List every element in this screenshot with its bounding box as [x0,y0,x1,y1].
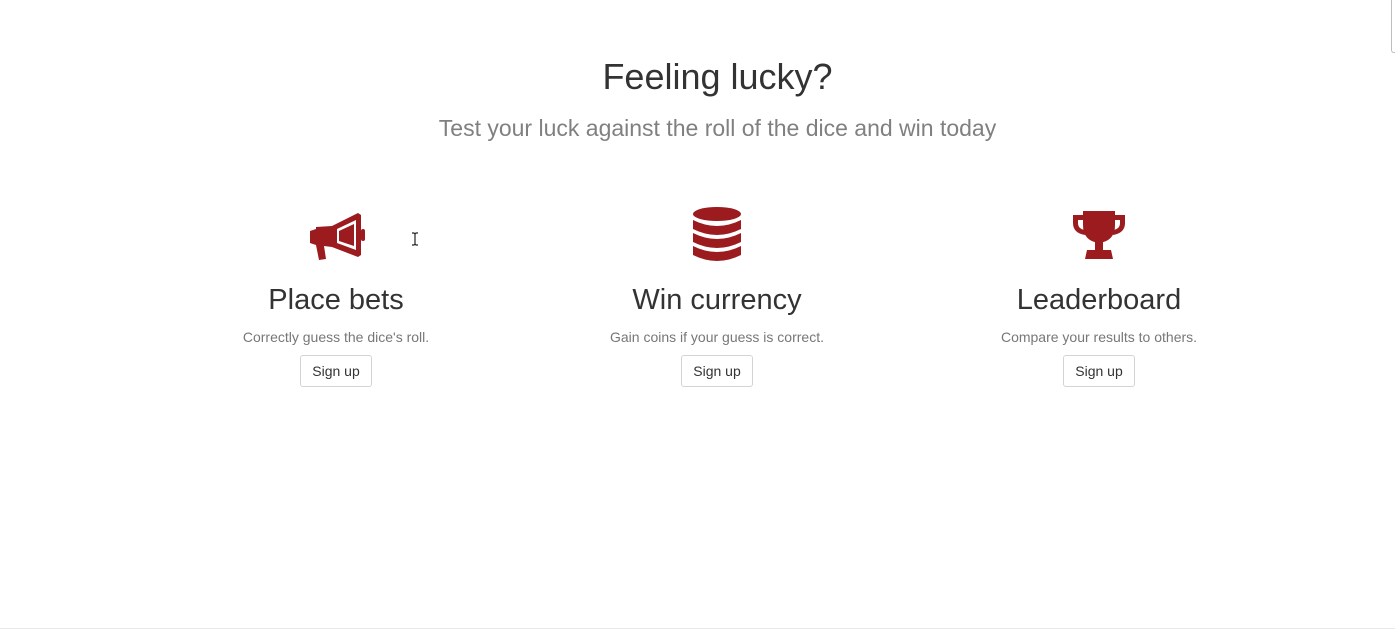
feature-title: Leaderboard [1016,284,1182,316]
text-cursor-icon [412,232,418,246]
page-title: Feeling lucky? [602,56,833,97]
window-scrollbar[interactable] [1391,0,1395,53]
coin-stack-icon [693,207,741,261]
page-subtitle: Test your luck against the roll of the d… [438,115,997,141]
feature-description: Compare your results to others. [1000,329,1198,345]
landing-page: Feeling lucky? Test your luck against th… [0,0,1395,631]
features-row: Place bets Correctly guess the dice's ro… [0,200,1395,400]
trophy-icon [1073,211,1125,259]
signup-button-place-bets[interactable]: Sign up [300,355,372,387]
feature-place-bets: Place bets Correctly guess the dice's ro… [186,200,486,387]
feature-description: Gain coins if your guess is correct. [610,329,824,345]
feature-title: Place bets [268,284,404,316]
feature-title: Win currency [632,284,802,316]
megaphone-icon [310,213,365,260]
feature-win-currency: Win currency Gain coins if your guess is… [567,200,867,387]
feature-leaderboard: Leaderboard Compare your results to othe… [949,200,1249,387]
signup-button-leaderboard[interactable]: Sign up [1063,355,1135,387]
page-bottom-divider [0,628,1395,629]
feature-description: Correctly guess the dice's roll. [242,329,430,345]
signup-button-win-currency[interactable]: Sign up [681,355,753,387]
